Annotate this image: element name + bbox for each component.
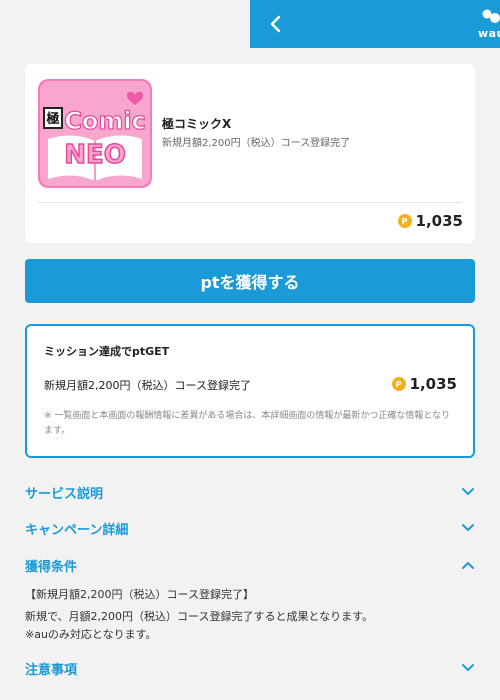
brand-text: wau <box>478 27 500 40</box>
section-campaign-details[interactable]: キャンペーン詳細 <box>25 516 475 540</box>
thumbnail-text-bottom: NEO <box>64 140 126 170</box>
section-notes[interactable]: 注意事項 <box>25 656 475 680</box>
top-header: wau <box>250 0 500 48</box>
divider <box>38 202 462 203</box>
mission-note: ※ 一覧画面と本画面の報酬情報に差異がある場合は、本詳細画面の情報が最新かつ正確… <box>44 411 451 436</box>
get-points-button[interactable]: ptを獲得する <box>25 259 475 303</box>
chevron-down-icon <box>461 521 475 535</box>
mission-title: ミッション達成でptGET <box>44 345 170 358</box>
section-label: キャンペーン詳細 <box>25 522 129 538</box>
app-thumbnail[interactable]: 極 Comic NEO <box>38 79 152 188</box>
brand-logo: wau <box>478 8 500 40</box>
mission-points: P 1,035 <box>391 375 457 393</box>
condition-line-3: ※auのみ対応となります。 <box>25 628 157 641</box>
back-button[interactable] <box>264 12 288 36</box>
condition-line-2: 新規で、月額2,200円（税込）コース登録完了すると成果となります。 <box>25 610 374 623</box>
mission-task: 新規月額2,200円（税込）コース登録完了 <box>44 379 251 392</box>
brand-logo-icon <box>482 9 500 23</box>
points-value: 1,035 <box>415 212 463 230</box>
mission-points-value: 1,035 <box>409 375 457 393</box>
section-service-description[interactable]: サービス説明 <box>25 480 475 504</box>
chevron-down-icon <box>461 485 475 499</box>
section-label: 注意事項 <box>25 662 78 678</box>
point-coin-icon: P <box>391 377 406 391</box>
thumbnail-badge-text: 極 <box>45 111 59 127</box>
app-card: 極 Comic NEO 極コミックX 新規月額2,200円（税込）コース登録完了… <box>25 64 475 243</box>
app-points: P 1,035 <box>397 212 463 230</box>
app-subtitle: 新規月額2,200円（税込）コース登録完了 <box>162 138 351 149</box>
chevron-down-icon <box>461 661 475 675</box>
app-title: 極コミックX <box>162 117 232 131</box>
section-acquisition-conditions[interactable]: 獲得条件 <box>25 553 475 577</box>
chevron-up-icon <box>461 558 475 572</box>
chevron-left-icon <box>270 15 281 33</box>
thumbnail-text-top: Comic <box>64 107 146 135</box>
section-label: 獲得条件 <box>25 559 78 575</box>
condition-line-1: 【新規月額2,200円（税込）コース登録完了】 <box>25 588 254 601</box>
mission-box: ミッション達成でptGET 新規月額2,200円（税込）コース登録完了 P 1,… <box>25 324 475 458</box>
section-label: サービス説明 <box>25 486 104 502</box>
point-coin-icon: P <box>397 214 412 228</box>
